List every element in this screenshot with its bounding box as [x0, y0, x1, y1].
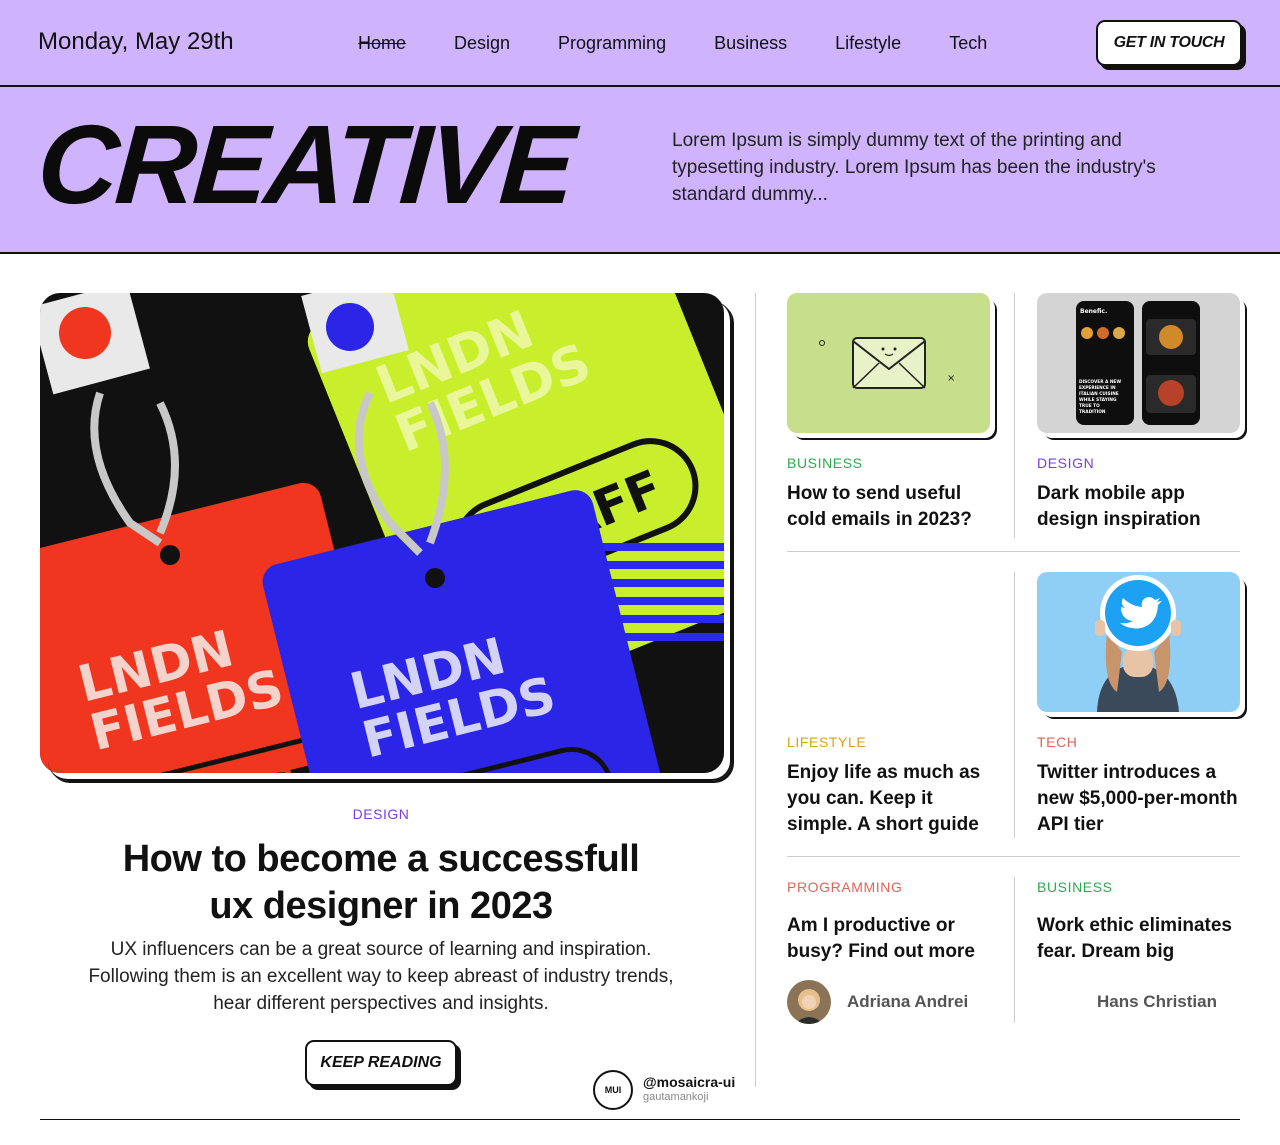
svg-text:×: ×: [947, 373, 955, 384]
column-divider: [755, 293, 756, 1087]
card-title[interactable]: Twitter introduces a new $5,000-per-mont…: [1037, 760, 1247, 838]
card-tag[interactable]: PROGRAMMING: [787, 879, 903, 895]
card-title[interactable]: How to send useful cold emails in 2023?: [787, 481, 997, 533]
nav-design[interactable]: Design: [454, 33, 510, 54]
card-tag[interactable]: TECH: [1037, 734, 1078, 750]
hero-title: CREATIVE: [33, 102, 577, 227]
card-title[interactable]: Enjoy life as much as you can. Keep it s…: [787, 760, 997, 838]
svg-text:EXPERIENCE IN: EXPERIENCE IN: [1079, 385, 1116, 391]
envelope-icon: ×: [819, 337, 955, 389]
author-name[interactable]: Adriana Andrei: [847, 992, 968, 1012]
svg-text:TRADITION: TRADITION: [1079, 409, 1106, 415]
svg-text:Benefic.: Benefic.: [1080, 308, 1107, 315]
twitter-photo: [1095, 575, 1181, 712]
card-image-app[interactable]: Benefic. DISCOVER A NEW EXPERIENCE IN IT…: [1037, 293, 1240, 433]
svg-text:WHILE STAYING: WHILE STAYING: [1079, 397, 1117, 403]
keep-reading-button[interactable]: KEEP READING: [305, 1040, 457, 1086]
current-date: Monday, May 29th: [38, 28, 234, 55]
card-image-email[interactable]: ×: [787, 293, 990, 433]
nav-business[interactable]: Business: [714, 33, 787, 54]
featured-title[interactable]: How to become a successfull ux designer …: [0, 836, 762, 930]
card-divider: [1014, 572, 1015, 838]
card-divider: [1014, 877, 1015, 1023]
nav-tech[interactable]: Tech: [949, 33, 987, 54]
top-bar: Monday, May 29th Home Design Programming…: [0, 0, 1280, 87]
credit-subtitle: gautamankoji: [643, 1091, 709, 1103]
row-divider: [787, 856, 1240, 857]
card-title[interactable]: Work ethic eliminates fear. Dream big: [1037, 913, 1247, 965]
get-in-touch-button[interactable]: GET IN TOUCH: [1096, 20, 1242, 66]
mui-logo-icon: MUI: [593, 1070, 633, 1110]
svg-text:DISCOVER A NEW: DISCOVER A NEW: [1079, 379, 1121, 385]
featured-tag[interactable]: DESIGN: [0, 806, 762, 822]
svg-text:ITALIAN CUISINE: ITALIAN CUISINE: [1079, 391, 1119, 397]
card-divider: [1014, 293, 1015, 538]
svg-text:TRUE TO: TRUE TO: [1079, 403, 1100, 409]
hero-banner: CREATIVE Lorem Ipsum is simply dummy tex…: [0, 87, 1280, 254]
featured-image-shadow: [48, 301, 732, 781]
card-tag[interactable]: BUSINESS: [787, 455, 863, 471]
nav-programming[interactable]: Programming: [558, 33, 666, 54]
nav-home[interactable]: Home: [358, 33, 406, 54]
card-title[interactable]: Dark mobile app design inspiration: [1037, 481, 1247, 533]
author-avatar: [787, 980, 831, 1024]
card-tag[interactable]: BUSINESS: [1037, 879, 1113, 895]
featured-description: UX influencers can be a great source of …: [88, 939, 674, 1014]
card-title[interactable]: Am I productive or busy? Find out more: [787, 913, 997, 965]
row-divider: [787, 551, 1240, 552]
nav-lifestyle[interactable]: Lifestyle: [835, 33, 901, 54]
card-image-twitter[interactable]: [1037, 572, 1240, 712]
avatar[interactable]: [787, 980, 831, 1024]
featured-title-line2: ux designer in 2023: [209, 885, 553, 927]
main-nav: Home Design Programming Business Lifesty…: [358, 33, 1035, 54]
card-tag[interactable]: LIFESTYLE: [787, 734, 866, 750]
footer-rule: [40, 1119, 1240, 1120]
hero-description: Lorem Ipsum is simply dummy text of the …: [672, 130, 1156, 205]
credit-handle: @mosaicra-ui: [643, 1074, 736, 1090]
featured-title-line1: How to become a successfull: [122, 838, 640, 880]
phone-mockup-image: Benefic. DISCOVER A NEW EXPERIENCE IN IT…: [1076, 301, 1200, 425]
author-name[interactable]: Hans Christian: [1097, 992, 1217, 1012]
card-tag[interactable]: DESIGN: [1037, 455, 1094, 471]
